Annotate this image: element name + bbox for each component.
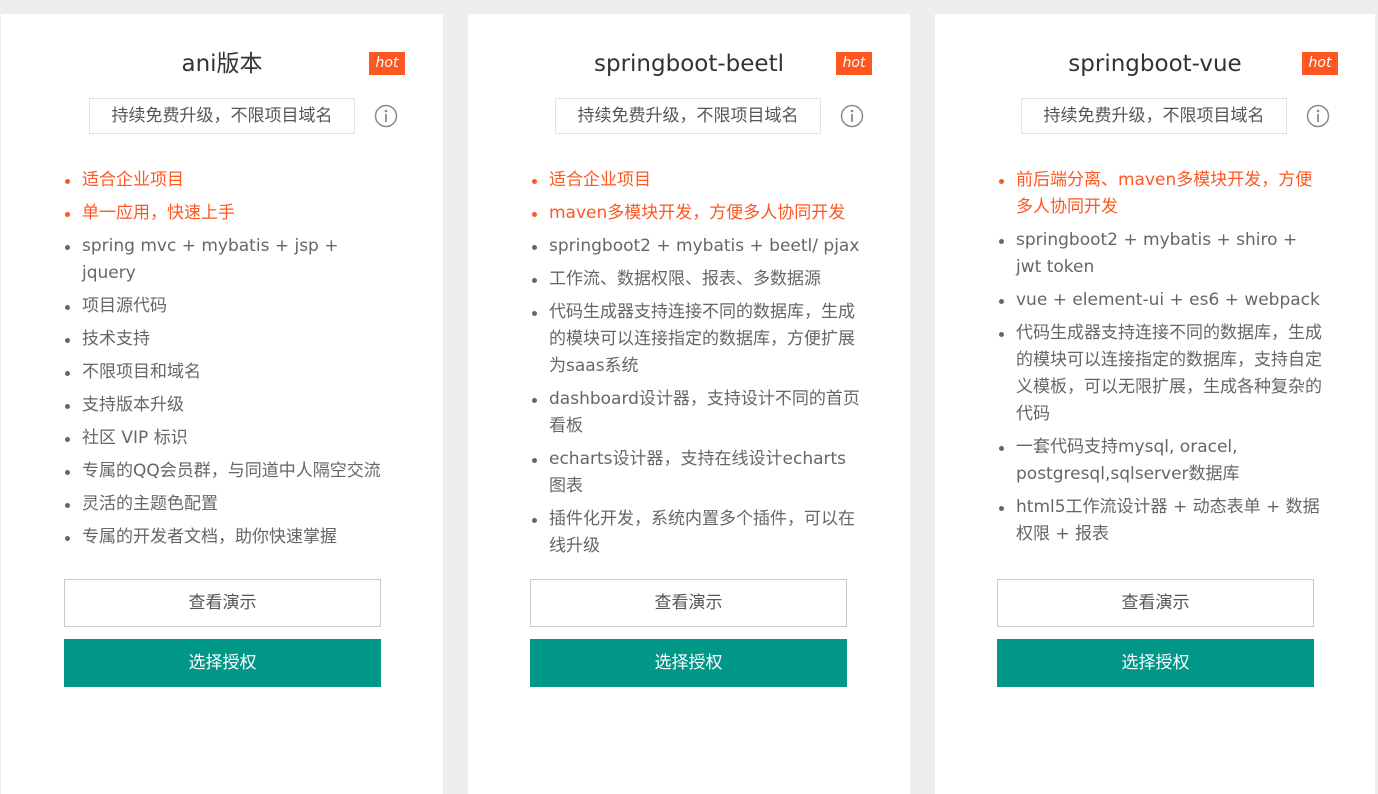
feature-item: 代码生成器支持连接不同的数据库，生成的模块可以连接指定的数据库，方便扩展为saa… [530,299,860,380]
feature-item: springboot2 + mybatis + beetl/ pjax [530,233,860,260]
feature-item: 代码生成器支持连接不同的数据库，生成的模块可以连接指定的数据库，支持自定义模板，… [997,320,1327,428]
feature-item: echarts设计器，支持在线设计echarts图表 [530,446,860,500]
feature-item: 不限项目和域名 [63,359,393,386]
feature-list: 适合企业项目 单一应用，快速上手 spring mvc + mybatis + js… [63,167,393,557]
card-subtitle: 持续免费升级，不限项目域名 [555,98,821,134]
feature-item: html5工作流设计器 + 动态表单 + 数据权限 + 报表 [997,494,1327,548]
hot-badge: hot [1302,52,1338,75]
hot-badge: hot [369,52,405,75]
pricing-card-springboot-vue: springboot-vue hot 持续免费升级，不限项目域名 前后端分离、m… [935,14,1375,794]
feature-item: dashboard设计器，支持设计不同的首页看板 [530,386,860,440]
feature-item: 专属的开发者文档，助你快速掌握 [63,524,393,551]
feature-list: 适合企业项目 maven多模块开发，方便多人协同开发 springboot2 + m… [530,167,860,566]
info-circle-icon[interactable] [374,104,398,128]
feature-item: vue + element-ui + es6 + webpack [997,287,1327,314]
feature-item: 社区 VIP 标识 [63,425,393,452]
feature-item: 技术支持 [63,326,393,353]
feature-item: 插件化开发，系统内置多个插件，可以在线升级 [530,506,860,560]
feature-item: 适合企业项目 [530,167,860,194]
card-subtitle: 持续免费升级，不限项目域名 [1021,98,1287,134]
feature-item: 专属的QQ会员群，与同道中人隔空交流 [63,458,393,485]
feature-item: spring mvc + mybatis + jsp + jquery [63,233,393,287]
select-license-button[interactable]: 选择授权 [997,639,1314,687]
feature-item: maven多模块开发，方便多人协同开发 [530,200,860,227]
feature-item: springboot2 + mybatis + shiro + jwt toke… [997,227,1327,281]
info-circle-icon[interactable] [840,104,864,128]
feature-item: 前后端分离、maven多模块开发，方便多人协同开发 [997,167,1327,221]
view-demo-button[interactable]: 查看演示 [530,579,847,627]
feature-item: 一套代码支持mysql, oracel, postgresql,sqlserve… [997,434,1327,488]
info-circle-icon[interactable] [1306,104,1330,128]
view-demo-button[interactable]: 查看演示 [997,579,1314,627]
feature-item: 项目源代码 [63,293,393,320]
pricing-card-ani: ani版本 hot 持续免费升级，不限项目域名 适合企业项目 单一应用，快速上手 s… [1,14,443,794]
feature-item: 工作流、数据权限、报表、多数据源 [530,266,860,293]
feature-list: 前后端分离、maven多模块开发，方便多人协同开发 springboot2 + m… [997,167,1327,554]
feature-item: 单一应用，快速上手 [63,200,393,227]
pricing-card-springboot-beetl: springboot-beetl hot 持续免费升级，不限项目域名 适合企业项… [468,14,910,794]
hot-badge: hot [836,52,872,75]
feature-item: 适合企业项目 [63,167,393,194]
feature-item: 灵活的主题色配置 [63,491,393,518]
view-demo-button[interactable]: 查看演示 [64,579,381,627]
card-subtitle: 持续免费升级，不限项目域名 [89,98,355,134]
select-license-button[interactable]: 选择授权 [530,639,847,687]
select-license-button[interactable]: 选择授权 [64,639,381,687]
feature-item: 支持版本升级 [63,392,393,419]
